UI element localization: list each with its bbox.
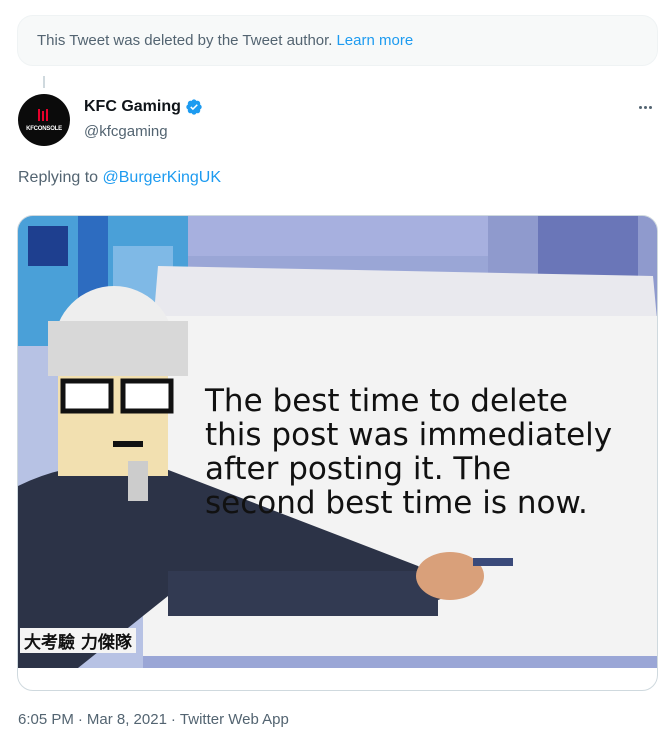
thread-connector — [43, 76, 45, 88]
verified-badge-icon — [185, 98, 203, 116]
tweet-date[interactable]: Mar 8, 2021 — [87, 711, 167, 728]
deleted-notice-text: This Tweet was deleted by the Tweet auth… — [37, 32, 333, 49]
avatar[interactable]: KFCONSOLE — [18, 94, 70, 146]
author-handle[interactable]: @kfcgaming — [84, 123, 168, 140]
deleted-tweet-notice: This Tweet was deleted by the Tweet auth… — [17, 15, 658, 66]
author-name-row: KFC Gaming — [84, 98, 203, 116]
avatar-brand-text: KFCONSOLE — [26, 126, 62, 132]
meme-caption: The best time to delete this post was im… — [205, 383, 613, 521]
tweet-media[interactable]: The best time to delete this post was im… — [17, 215, 658, 691]
meme-sign-text: 大考驗 力傑隊 — [20, 628, 136, 653]
tweet-timestamp: 6:05 PM · Mar 8, 2021 · Twitter Web App — [18, 711, 289, 728]
replying-to: Replying to @BurgerKingUK — [18, 169, 221, 187]
meme-image[interactable]: The best time to delete this post was im… — [18, 216, 657, 668]
author-display-name[interactable]: KFC Gaming — [84, 98, 181, 116]
more-options-icon[interactable] — [632, 96, 658, 118]
tweet-source[interactable]: Twitter Web App — [180, 711, 289, 728]
reply-mention-link[interactable]: @BurgerKingUK — [103, 169, 222, 186]
tweet-time[interactable]: 6:05 PM — [18, 711, 74, 728]
replying-prefix: Replying to — [18, 169, 99, 186]
learn-more-link[interactable]: Learn more — [336, 32, 413, 49]
timestamp-separator: · — [77, 711, 83, 728]
timestamp-separator-2: · — [170, 711, 176, 728]
avatar-logo-bars — [38, 109, 50, 121]
